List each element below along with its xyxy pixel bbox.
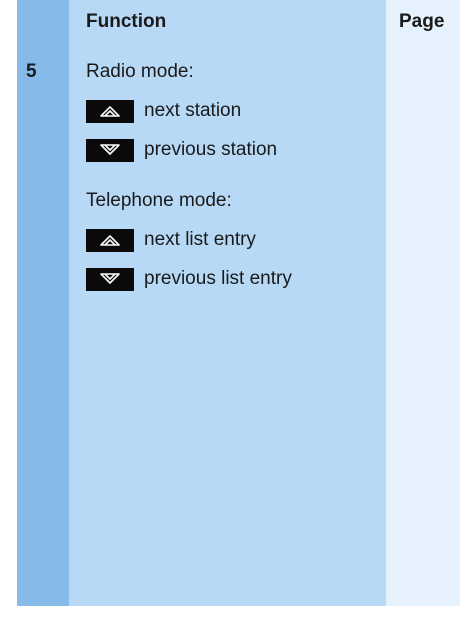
arrow-down-icon [86,267,134,291]
function-table: 5 Function Radio mode: next station prev… [17,0,460,606]
page-header: Page [399,11,445,32]
item-label: previous list entry [144,268,292,289]
list-item: previous station [86,138,378,162]
list-item: next station [86,99,378,123]
item-label: previous station [144,139,278,160]
row-number: 5 [26,61,37,82]
telephone-mode-label: Telephone mode: [86,190,232,211]
number-column: 5 [17,0,69,606]
item-label: next list entry [144,229,256,250]
arrow-down-icon [86,138,134,162]
list-item: next list entry [86,228,378,252]
arrow-up-icon [86,99,134,123]
function-header: Function [86,11,167,32]
item-label: next station [144,100,242,121]
arrow-up-icon [86,228,134,252]
function-content: Radio mode: next station previous statio… [86,60,378,306]
function-column: Function Radio mode: next station previo… [69,0,386,606]
page-column: Page [386,0,460,606]
list-item: previous list entry [86,267,378,291]
radio-mode-label: Radio mode: [86,61,194,82]
